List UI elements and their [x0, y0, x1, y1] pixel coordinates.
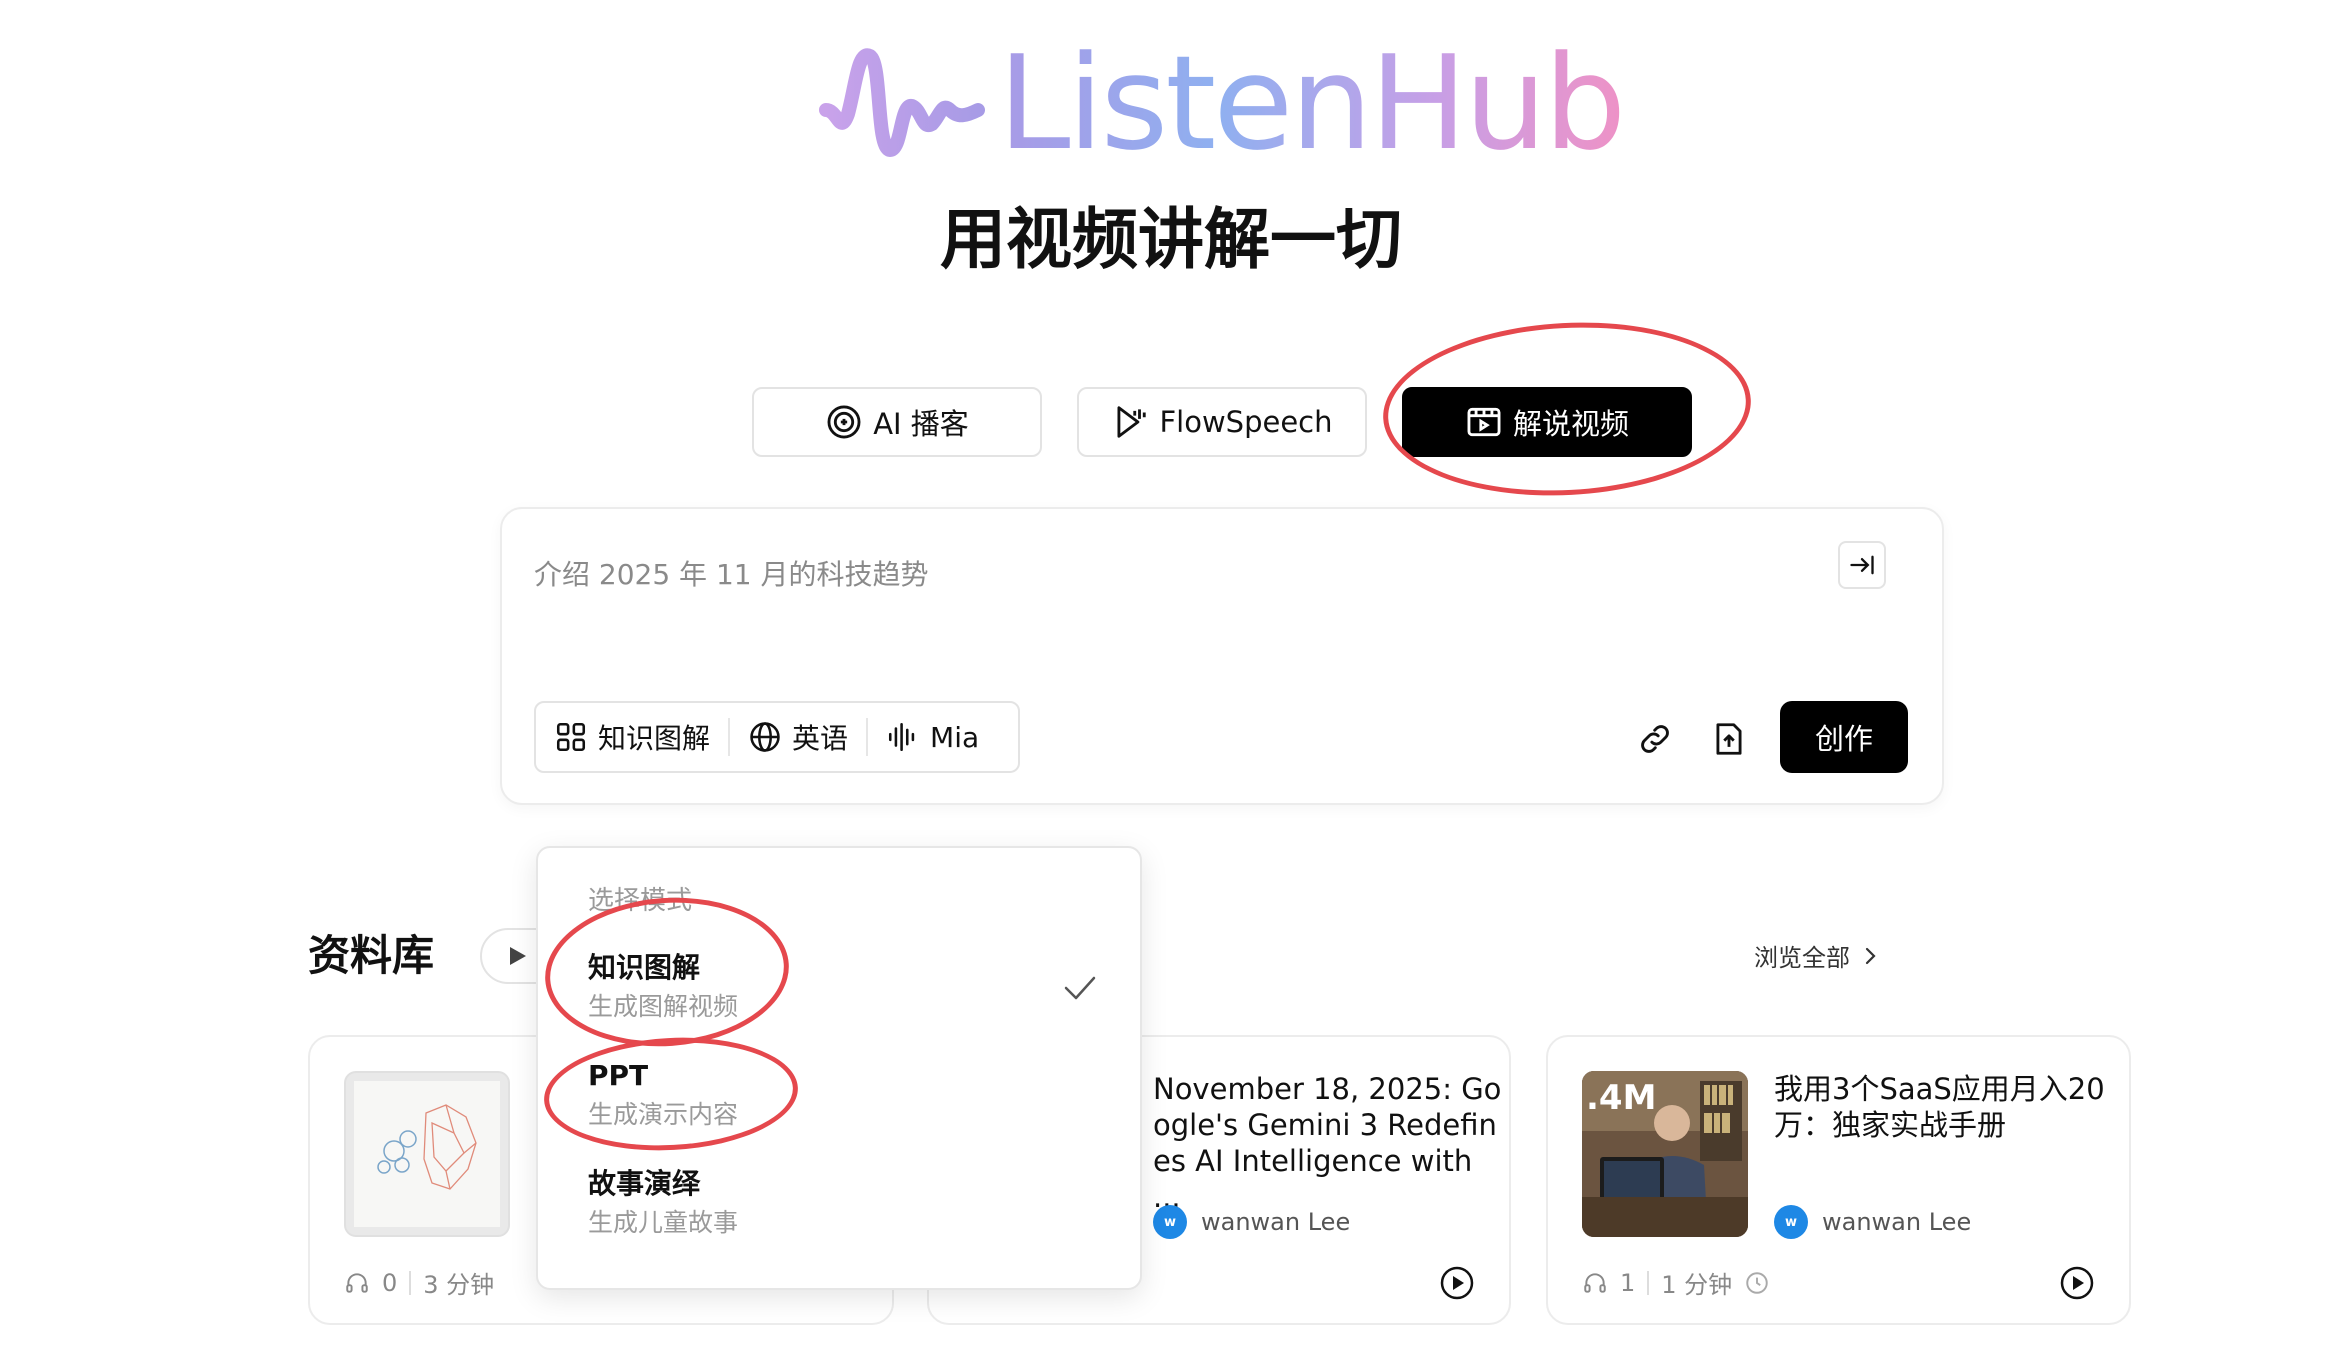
video-explain-icon [1467, 407, 1501, 437]
option-description: 生成儿童故事 [588, 1208, 739, 1237]
card-thumbnail: .4M [1582, 1071, 1748, 1237]
card-author: w wanwan Lee [1774, 1205, 1971, 1239]
chevron-right-icon [1865, 947, 1876, 964]
listenhub-logo[interactable]: ListenHub [818, 38, 1638, 168]
file-upload-icon [1716, 723, 1742, 755]
mode-selector[interactable]: 知识图解 [536, 703, 728, 771]
tab-label: 解说视频 [1512, 407, 1629, 441]
option-label: 知识图解 [588, 951, 701, 984]
diagram-thumbnail-image [354, 1081, 500, 1227]
create-button[interactable]: 创作 [1780, 701, 1908, 773]
library-card[interactable]: .4M 我用3个SaaS应用月入20万：独家实战手册 w wanwan Lee … [1546, 1035, 2131, 1325]
library-title: 资料库 [308, 931, 435, 980]
dropdown-header: 选择模式 [588, 886, 693, 916]
listen-count: 0 [382, 1268, 398, 1297]
flowspeech-icon [1117, 406, 1147, 438]
card-thumbnail [344, 1071, 510, 1237]
author-name: wanwan Lee [1201, 1208, 1351, 1236]
duration: 1 分钟 [1661, 1271, 1733, 1299]
mode-label: 知识图解 [598, 722, 711, 755]
prompt-input[interactable] [534, 549, 1734, 599]
tab-label: AI 播客 [873, 407, 969, 441]
headphones-icon [1584, 1272, 1606, 1293]
option-description: 生成图解视频 [588, 992, 739, 1021]
mode-option-ppt[interactable]: PPT 生成演示内容 [588, 1058, 1108, 1132]
clock-icon [1746, 1271, 1768, 1294]
voice-label: Mia [930, 720, 980, 754]
browse-all-link[interactable]: 浏览全部 [1754, 938, 1880, 973]
option-description: 生成演示内容 [588, 1100, 739, 1129]
globe-icon [750, 722, 780, 752]
tab-flowspeech[interactable]: FlowSpeech [1077, 387, 1367, 457]
waveform-logo-icon [819, 48, 985, 157]
card-meta: 0 3 分钟 [344, 1265, 494, 1300]
page-tagline: 用视频讲解一切 [940, 201, 1402, 278]
arrow-to-right-icon [1850, 555, 1874, 575]
tab-video-explain[interactable]: 解说视频 [1402, 387, 1692, 457]
option-label: 故事演绎 [588, 1167, 701, 1200]
listen-count: 1 [1620, 1268, 1636, 1297]
attach-link-button[interactable] [1633, 717, 1677, 761]
voice-selector[interactable]: Mia [868, 703, 997, 771]
avatar: w [1153, 1205, 1187, 1239]
play-circle-icon[interactable] [2059, 1265, 2095, 1301]
podcast-icon [827, 405, 861, 439]
mode-option-story[interactable]: 故事演绎 生成儿童故事 [588, 1166, 1108, 1240]
divider [1647, 1270, 1650, 1295]
composer-options: 知识图解 英语 Mia [534, 701, 1020, 773]
card-meta: 1 1 分钟 [1582, 1265, 1770, 1300]
person-video-thumbnail-image: .4M [1582, 1071, 1748, 1237]
play-icon [510, 947, 526, 965]
tab-label: FlowSpeech [1159, 405, 1333, 439]
mode-dropdown: 选择模式 知识图解 生成图解视频 PPT 生成演示内容 故事演绎 生成儿童故事 [536, 846, 1142, 1290]
card-author: w wanwan Lee [1153, 1205, 1350, 1239]
expand-button[interactable] [1838, 541, 1886, 589]
language-selector[interactable]: 英语 [730, 703, 866, 771]
play-circle-icon[interactable] [1439, 1265, 1475, 1301]
card-title: November 18, 2025: Google's Gemini 3 Red… [1153, 1072, 1502, 1214]
checkmark-icon [1064, 976, 1096, 1000]
headphones-icon [346, 1272, 368, 1293]
thumbnail-text: .4M [1586, 1078, 1656, 1118]
duration: 3 分钟 [423, 1271, 495, 1299]
link-icon [1641, 725, 1669, 753]
avatar: w [1774, 1205, 1808, 1239]
upload-file-button[interactable] [1707, 717, 1751, 761]
card-title: 我用3个SaaS应用月入20万：独家实战手册 [1774, 1072, 2105, 1142]
author-name: wanwan Lee [1822, 1208, 1972, 1236]
tab-ai-podcast[interactable]: AI 播客 [752, 387, 1042, 457]
mode-option-knowledge-diagram[interactable]: 知识图解 生成图解视频 [588, 950, 1108, 1024]
voice-waveform-icon [889, 722, 915, 752]
option-label: PPT [588, 1059, 649, 1092]
language-label: 英语 [792, 722, 849, 755]
browse-all-label: 浏览全部 [1754, 944, 1850, 972]
prompt-composer: 知识图解 英语 Mia 创作 [500, 507, 1944, 805]
divider [409, 1270, 412, 1295]
grid-icon [556, 722, 586, 752]
logo-wordmark: ListenHub [998, 27, 1626, 179]
